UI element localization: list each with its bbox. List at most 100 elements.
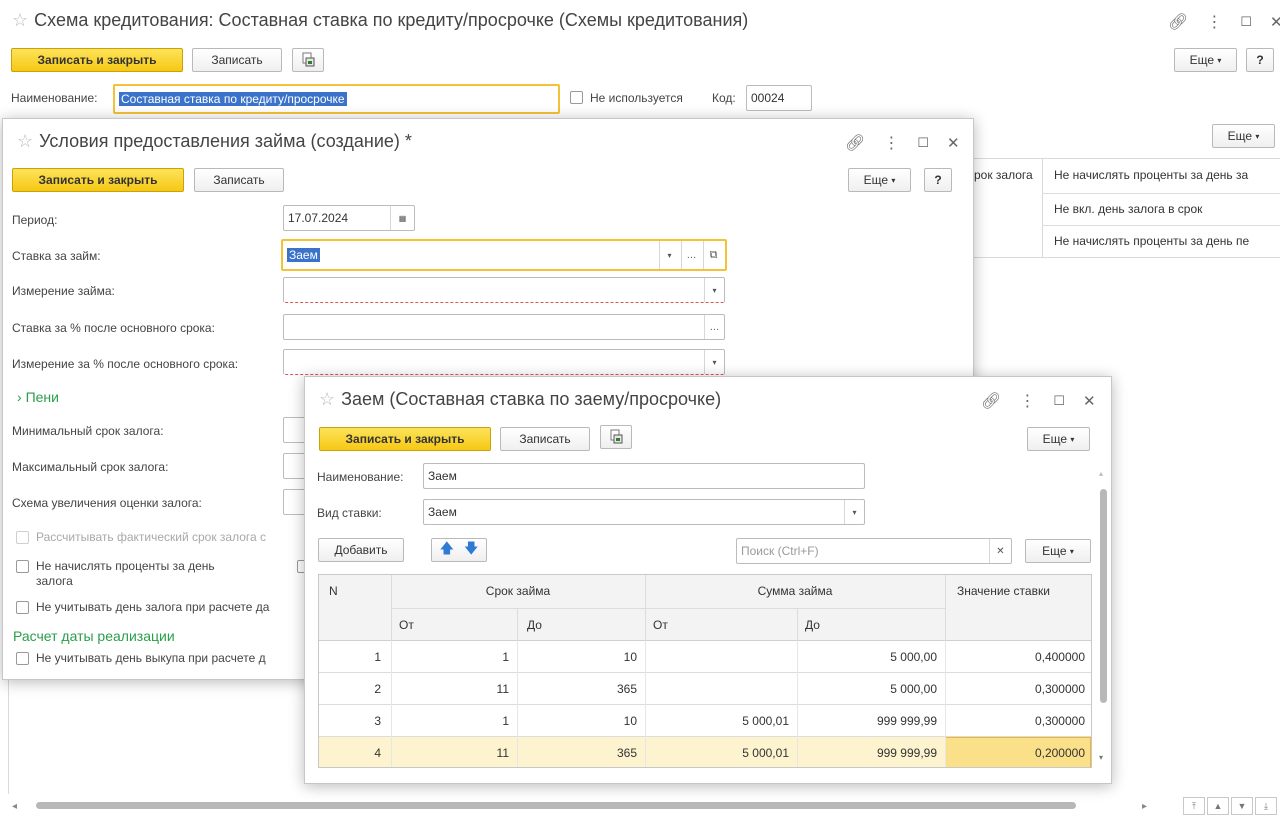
- close-icon[interactable]: ✕: [1083, 392, 1096, 410]
- table-row-term-from[interactable]: 11: [391, 746, 509, 760]
- table-more-button[interactable]: Еще ▾: [1212, 124, 1275, 148]
- save-button[interactable]: Записать: [192, 48, 282, 72]
- table-row-value[interactable]: 0,300000: [945, 682, 1085, 696]
- table-row-amt-to[interactable]: 5 000,00: [797, 650, 937, 664]
- rate-save-close-button[interactable]: Записать и закрыть: [319, 427, 491, 451]
- col-amount-to-header[interactable]: До: [805, 618, 820, 632]
- conditions-save-button[interactable]: Записать: [194, 168, 284, 192]
- favorite-star-icon[interactable]: ☆: [319, 389, 335, 409]
- dropdown-arrow-icon[interactable]: ▾: [844, 500, 864, 524]
- table-row-amt-from[interactable]: 5 000,01: [645, 746, 789, 760]
- calendar-icon[interactable]: ▦: [390, 206, 414, 230]
- calc-actual-checkbox[interactable]: [16, 531, 29, 544]
- ignore-buyout-day-checkbox[interactable]: [16, 652, 29, 665]
- scroll-down-icon[interactable]: ▾: [1099, 753, 1103, 762]
- dimension-field[interactable]: ▾: [283, 277, 725, 303]
- more-dots-icon[interactable]: ⋮: [1206, 12, 1222, 32]
- not-used-checkbox[interactable]: [570, 91, 583, 104]
- scroll-left-icon[interactable]: ◂: [12, 801, 17, 812]
- table-row-n[interactable]: 3: [319, 714, 381, 728]
- col-term-header[interactable]: Срок займа: [391, 584, 645, 598]
- favorite-star-icon[interactable]: ☆: [12, 10, 28, 30]
- link-icon[interactable]: 🔗︎: [981, 391, 1001, 411]
- open-icon[interactable]: ⧉: [703, 241, 723, 269]
- conditions-save-close-button[interactable]: Записать и закрыть: [12, 168, 184, 192]
- print-button[interactable]: [292, 48, 324, 72]
- go-first-icon[interactable]: ⤒: [1183, 797, 1205, 815]
- main-more-button[interactable]: Еще ▾: [1174, 48, 1237, 72]
- go-down-icon[interactable]: ▼: [1231, 797, 1253, 815]
- search-input[interactable]: Поиск (Ctrl+F) ✕: [736, 538, 1012, 564]
- select-ellipsis-icon[interactable]: …: [704, 315, 724, 339]
- table-row-term-from[interactable]: 1: [391, 714, 509, 728]
- scroll-up-icon[interactable]: ▴: [1099, 469, 1103, 478]
- rate-more-button[interactable]: Еще ▾: [1027, 427, 1090, 451]
- favorite-star-icon[interactable]: ☆: [17, 131, 33, 151]
- table-row-term-to[interactable]: 365: [517, 682, 637, 696]
- table-row-n[interactable]: 1: [319, 650, 381, 664]
- col-amount-from-header[interactable]: От: [653, 618, 668, 632]
- go-up-icon[interactable]: ▲: [1207, 797, 1229, 815]
- table-row-term-from[interactable]: 1: [391, 650, 509, 664]
- maximize-icon[interactable]: ☐: [1240, 14, 1252, 30]
- table-row-term-from[interactable]: 11: [391, 682, 509, 696]
- rate-table-more-button[interactable]: Еще ▾: [1025, 539, 1091, 563]
- table-row-amt-to[interactable]: 999 999,99: [797, 714, 937, 728]
- help-button[interactable]: ?: [1246, 48, 1274, 72]
- close-icon[interactable]: ✕: [947, 134, 960, 152]
- table-row-term-to[interactable]: 10: [517, 650, 637, 664]
- add-row-button[interactable]: Добавить: [318, 538, 404, 562]
- table-row-amt-from[interactable]: 5 000,01: [645, 714, 789, 728]
- table-row-term-to[interactable]: 365: [517, 746, 637, 760]
- code-field[interactable]: 00024: [746, 85, 812, 111]
- col-term-to-header[interactable]: До: [527, 618, 542, 632]
- table-row-value[interactable]: 0,300000: [945, 714, 1085, 728]
- rate-type-field[interactable]: Заем ▾: [423, 499, 865, 525]
- table-row-amt-to[interactable]: 999 999,99: [797, 746, 937, 760]
- maximize-icon[interactable]: ☐: [1053, 393, 1065, 409]
- scrollbar-thumb[interactable]: [36, 802, 1076, 809]
- main-table-cell[interactable]: Не начислять проценты за день пе: [1054, 234, 1249, 248]
- rate-name-field[interactable]: Заем: [423, 463, 865, 489]
- table-row-n[interactable]: 4: [319, 746, 381, 760]
- table-row-term-to[interactable]: 10: [517, 714, 637, 728]
- select-ellipsis-icon[interactable]: …: [681, 241, 701, 269]
- link-icon[interactable]: 🔗︎: [845, 133, 865, 153]
- save-close-button[interactable]: Записать и закрыть: [11, 48, 183, 72]
- vertical-scrollbar-thumb[interactable]: [1100, 489, 1107, 703]
- main-table-cell[interactable]: Не начислять проценты за день за: [1054, 168, 1248, 182]
- name-field[interactable]: Составная ставка по кредиту/просрочке: [113, 84, 560, 114]
- table-row-n[interactable]: 2: [319, 682, 381, 696]
- conditions-help-button[interactable]: ?: [924, 168, 952, 192]
- more-dots-icon[interactable]: ⋮: [883, 133, 899, 153]
- dimension-after-field[interactable]: ▾: [283, 349, 725, 375]
- table-row-value[interactable]: 0,200000: [945, 746, 1085, 760]
- no-interest-checkbox[interactable]: [16, 560, 29, 573]
- close-icon[interactable]: ✕: [1270, 13, 1280, 31]
- main-table-cell[interactable]: Не вкл. день залога в срок: [1054, 202, 1202, 216]
- col-amount-header[interactable]: Сумма займа: [645, 584, 945, 598]
- rate-save-button[interactable]: Записать: [500, 427, 590, 451]
- rate-after-field[interactable]: …: [283, 314, 725, 340]
- move-up-icon[interactable]: 🡅: [440, 538, 454, 562]
- dropdown-arrow-icon[interactable]: ▾: [659, 241, 679, 269]
- clear-search-icon[interactable]: ✕: [989, 539, 1011, 563]
- more-dots-icon[interactable]: ⋮: [1019, 391, 1035, 411]
- rate-print-button[interactable]: [600, 425, 632, 449]
- period-field[interactable]: 17.07.2024 ▦: [283, 205, 415, 231]
- link-icon[interactable]: 🔗︎: [1168, 12, 1188, 32]
- dropdown-arrow-icon[interactable]: ▾: [704, 278, 724, 302]
- col-n-header[interactable]: N: [329, 584, 338, 598]
- dropdown-arrow-icon[interactable]: ▾: [704, 350, 724, 374]
- move-down-icon[interactable]: 🡇: [464, 538, 478, 562]
- col-term-from-header[interactable]: От: [399, 618, 414, 632]
- col-value-header[interactable]: Значение ставки: [957, 584, 1050, 598]
- go-last-icon[interactable]: ⤓: [1255, 797, 1277, 815]
- table-row-amt-to[interactable]: 5 000,00: [797, 682, 937, 696]
- maximize-icon[interactable]: ☐: [917, 135, 929, 151]
- table-row-value[interactable]: 0,400000: [945, 650, 1085, 664]
- ignore-pledge-day-checkbox[interactable]: [16, 601, 29, 614]
- conditions-more-button[interactable]: Еще ▾: [848, 168, 911, 192]
- scroll-right-icon[interactable]: ▸: [1142, 801, 1147, 812]
- rate-field[interactable]: Заем ▾ … ⧉: [281, 239, 727, 271]
